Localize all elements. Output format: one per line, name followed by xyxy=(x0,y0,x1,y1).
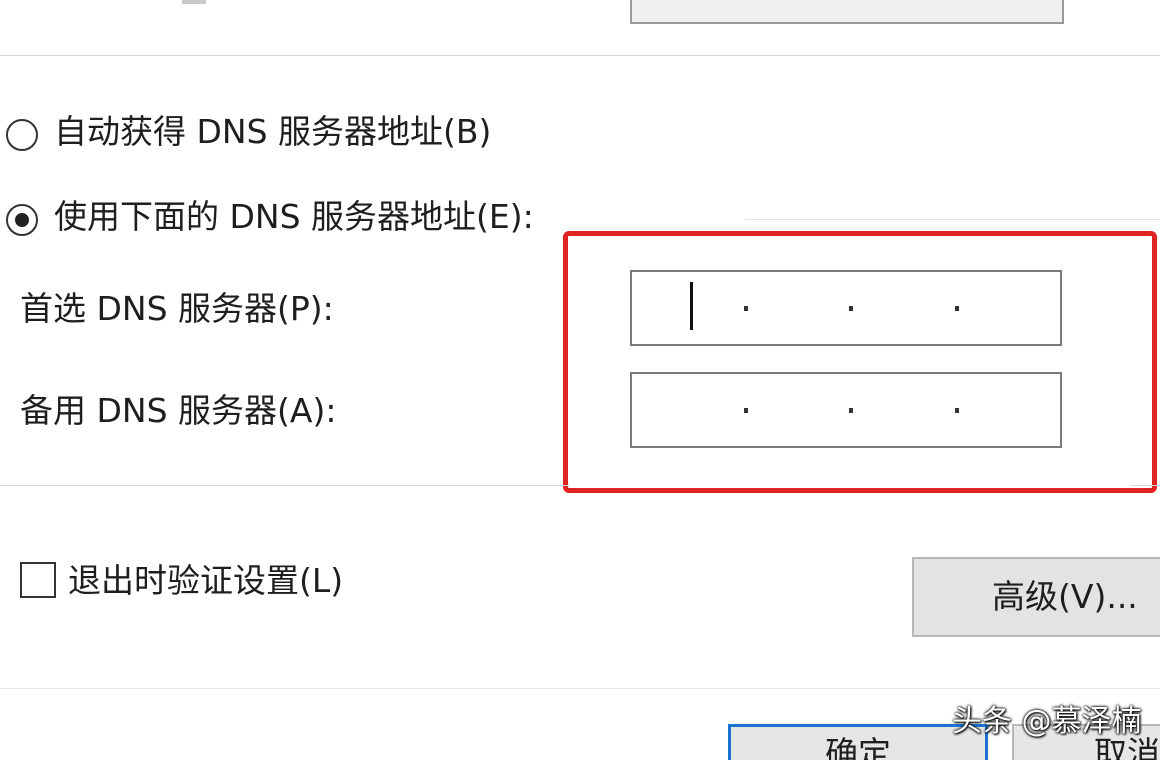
group-box-line xyxy=(745,219,1160,220)
validate-on-exit-checkbox[interactable] xyxy=(20,562,56,598)
ok-button[interactable]: 确定 xyxy=(728,724,988,760)
divider xyxy=(0,55,1160,56)
preferred-dns-label: 首选 DNS 服务器(P): xyxy=(20,289,334,328)
manual-dns-radio[interactable] xyxy=(6,204,38,236)
top-partial-field[interactable] xyxy=(630,0,1064,24)
advanced-button[interactable]: 高级(V)... xyxy=(912,557,1160,637)
divider xyxy=(0,688,1160,689)
radio-selected-dot xyxy=(15,213,29,227)
validate-on-exit-label[interactable]: 退出时验证设置(L) xyxy=(68,561,343,601)
divider xyxy=(0,485,570,486)
auto-dns-radio[interactable] xyxy=(6,119,38,151)
auto-dns-label[interactable]: 自动获得 DNS 服务器地址(B) xyxy=(54,112,491,152)
top-partial-control xyxy=(182,0,206,4)
red-highlight-box xyxy=(563,231,1157,493)
watermark-text: 头条 @慕泽楠 xyxy=(952,704,1142,739)
manual-dns-label[interactable]: 使用下面的 DNS 服务器地址(E): xyxy=(54,197,534,237)
alternate-dns-label: 备用 DNS 服务器(A): xyxy=(20,391,337,430)
divider xyxy=(1130,485,1160,486)
